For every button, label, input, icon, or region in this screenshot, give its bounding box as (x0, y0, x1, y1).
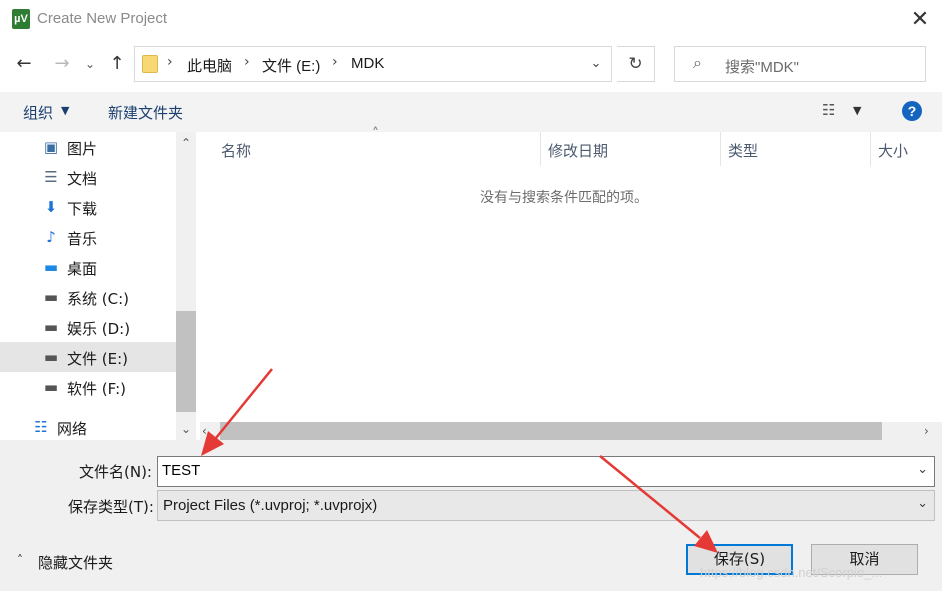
app-icon: µV (12, 9, 30, 29)
breadcrumb-separator: › (332, 54, 338, 70)
sort-ascending-icon: ˄ (372, 126, 379, 142)
music-icon: ♪ (46, 228, 56, 246)
downloads-icon: ⬇ (44, 198, 58, 216)
filename-field[interactable]: ⌄ (157, 456, 935, 487)
refresh-icon: ↻ (628, 54, 643, 74)
sidebar-item-drive-d[interactable]: ▬ 娱乐 (D:) (0, 312, 176, 342)
title-bar: µV Create New Project ✕ (0, 0, 942, 40)
filetype-label: 保存类型(T): (68, 498, 154, 516)
file-list[interactable]: ˄ 名称 修改日期 类型 大小 没有与搜索条件匹配的项。 (200, 126, 942, 422)
sidebar-item-label: 下载 (67, 200, 98, 218)
command-bar: 组织 ▼ 新建文件夹 ☷ ▼ ? (0, 92, 942, 132)
sidebar-item-drive-f[interactable]: ▬ 软件 (F:) (0, 372, 176, 402)
filetype-value: Project Files (*.uvproj; *.uvprojx) (163, 497, 378, 514)
column-divider[interactable] (720, 132, 721, 166)
sidebar-item-label: 文件 (E:) (67, 350, 129, 368)
sidebar-item-network[interactable]: ☷ 网络 (0, 412, 166, 442)
drive-icon: ▬ (43, 378, 59, 396)
sidebar-item-label: 文档 (67, 170, 98, 188)
refresh-button[interactable]: ↻ (617, 46, 655, 82)
chevron-down-icon[interactable]: ⌄ (917, 462, 928, 477)
column-divider[interactable] (540, 132, 541, 166)
sidebar-item-documents[interactable]: ☰ 文档 (0, 162, 176, 192)
desktop-icon: ▬ (43, 258, 59, 276)
sidebar-item-music[interactable]: ♪ 音乐 (0, 222, 176, 252)
column-header-size[interactable]: 大小 (878, 140, 908, 161)
navigation-pane: ▣ 图片 ☰ 文档 ⬇ 下载 ♪ 音乐 ▬ 桌面 ▬ 系统 (C:) ▬ 娱乐 … (0, 132, 196, 440)
breadcrumb-separator: › (167, 54, 173, 70)
watermark-text: https://blog.csdn.net/Scorpio_... (700, 565, 883, 580)
sidebar-item-drive-c[interactable]: ▬ 系统 (C:) (0, 282, 176, 312)
back-button[interactable]: ← (10, 48, 38, 80)
scrollbar-thumb[interactable] (176, 311, 196, 412)
column-header-modified[interactable]: 修改日期 (548, 140, 608, 161)
arrow-right-icon: → (54, 53, 70, 74)
column-header-name[interactable]: 名称 (221, 140, 251, 161)
recent-locations-button[interactable]: ⌄ (80, 48, 100, 80)
up-button[interactable]: ↑ (103, 48, 131, 80)
sidebar-item-label: 音乐 (67, 230, 98, 248)
scrollbar-thumb[interactable] (220, 422, 882, 440)
chevron-down-icon[interactable]: ⌄ (176, 422, 196, 436)
close-button[interactable]: ✕ (898, 3, 942, 37)
sidebar-item-label: 系统 (C:) (67, 290, 129, 308)
network-icon: ☷ (34, 418, 48, 436)
search-box[interactable]: ⌕ 搜索"MDK" (674, 46, 926, 82)
arrow-up-icon: ↑ (109, 53, 125, 74)
sidebar-item-downloads[interactable]: ⬇ 下载 (0, 192, 176, 222)
column-divider[interactable] (870, 132, 871, 166)
sidebar-item-desktop[interactable]: ▬ 桌面 (0, 252, 176, 282)
breadcrumb-mdk[interactable]: MDK (351, 55, 384, 72)
sidebar-item-drive-e[interactable]: ▬ 文件 (E:) (0, 342, 176, 372)
filename-label: 文件名(N): (79, 463, 152, 481)
empty-results-message: 没有与搜索条件匹配的项。 (480, 190, 648, 206)
chevron-down-icon: ⌄ (84, 57, 96, 71)
navigation-scrollbar[interactable]: ⌃ ⌄ (176, 132, 196, 440)
filetype-select[interactable]: Project Files (*.uvproj; *.uvprojx) ⌄ (157, 490, 935, 521)
sidebar-item-pictures[interactable]: ▣ 图片 (0, 132, 176, 162)
forward-button[interactable]: → (48, 48, 76, 80)
view-options-icon[interactable]: ☷ (822, 101, 835, 119)
sidebar-item-label: 网络 (57, 420, 88, 438)
help-icon[interactable]: ? (902, 101, 922, 121)
sidebar-item-label: 图片 (67, 140, 98, 158)
pictures-icon: ▣ (43, 138, 59, 156)
breadcrumb-this-pc[interactable]: 此电脑 (187, 55, 232, 76)
breadcrumb-separator: › (244, 54, 250, 70)
sidebar-item-label: 娱乐 (D:) (67, 320, 131, 338)
caret-down-icon: ▼ (61, 104, 70, 117)
hide-folders-toggle[interactable]: 隐藏文件夹 (38, 552, 113, 573)
chevron-down-icon: ⌄ (590, 56, 602, 71)
system-drive-icon: ▬ (43, 288, 59, 306)
sidebar-item-label: 桌面 (67, 260, 98, 278)
arrow-left-icon: ← (16, 53, 32, 74)
chevron-right-icon[interactable]: › (924, 422, 929, 440)
chevron-down-icon[interactable]: ⌄ (917, 496, 928, 511)
breadcrumb-drive-e[interactable]: 文件 (E:) (262, 55, 320, 76)
new-folder-button[interactable]: 新建文件夹 (108, 102, 183, 123)
address-dropdown-button[interactable]: ⌄ (585, 53, 607, 75)
chevron-up-icon[interactable]: ˄ (17, 553, 23, 567)
close-icon: ✕ (910, 7, 930, 32)
filename-input[interactable] (162, 462, 902, 479)
documents-icon: ☰ (44, 168, 58, 186)
address-bar[interactable]: › 此电脑 › 文件 (E:) › MDK ⌄ (134, 46, 612, 82)
caret-down-icon[interactable]: ▼ (853, 104, 861, 117)
window-title: Create New Project (37, 10, 168, 27)
organize-menu[interactable]: 组织 (23, 102, 53, 123)
column-header-type[interactable]: 类型 (728, 140, 758, 161)
search-input[interactable]: 搜索"MDK" (725, 56, 799, 77)
search-icon: ⌕ (693, 53, 702, 72)
folder-icon (142, 55, 158, 73)
drive-icon: ▬ (43, 318, 59, 336)
drive-icon: ▬ (43, 348, 59, 366)
chevron-up-icon[interactable]: ⌃ (176, 136, 196, 150)
chevron-left-icon[interactable]: ‹ (202, 422, 207, 440)
sidebar-item-label: 软件 (F:) (67, 380, 126, 398)
horizontal-scrollbar[interactable]: ‹ › (200, 422, 942, 440)
